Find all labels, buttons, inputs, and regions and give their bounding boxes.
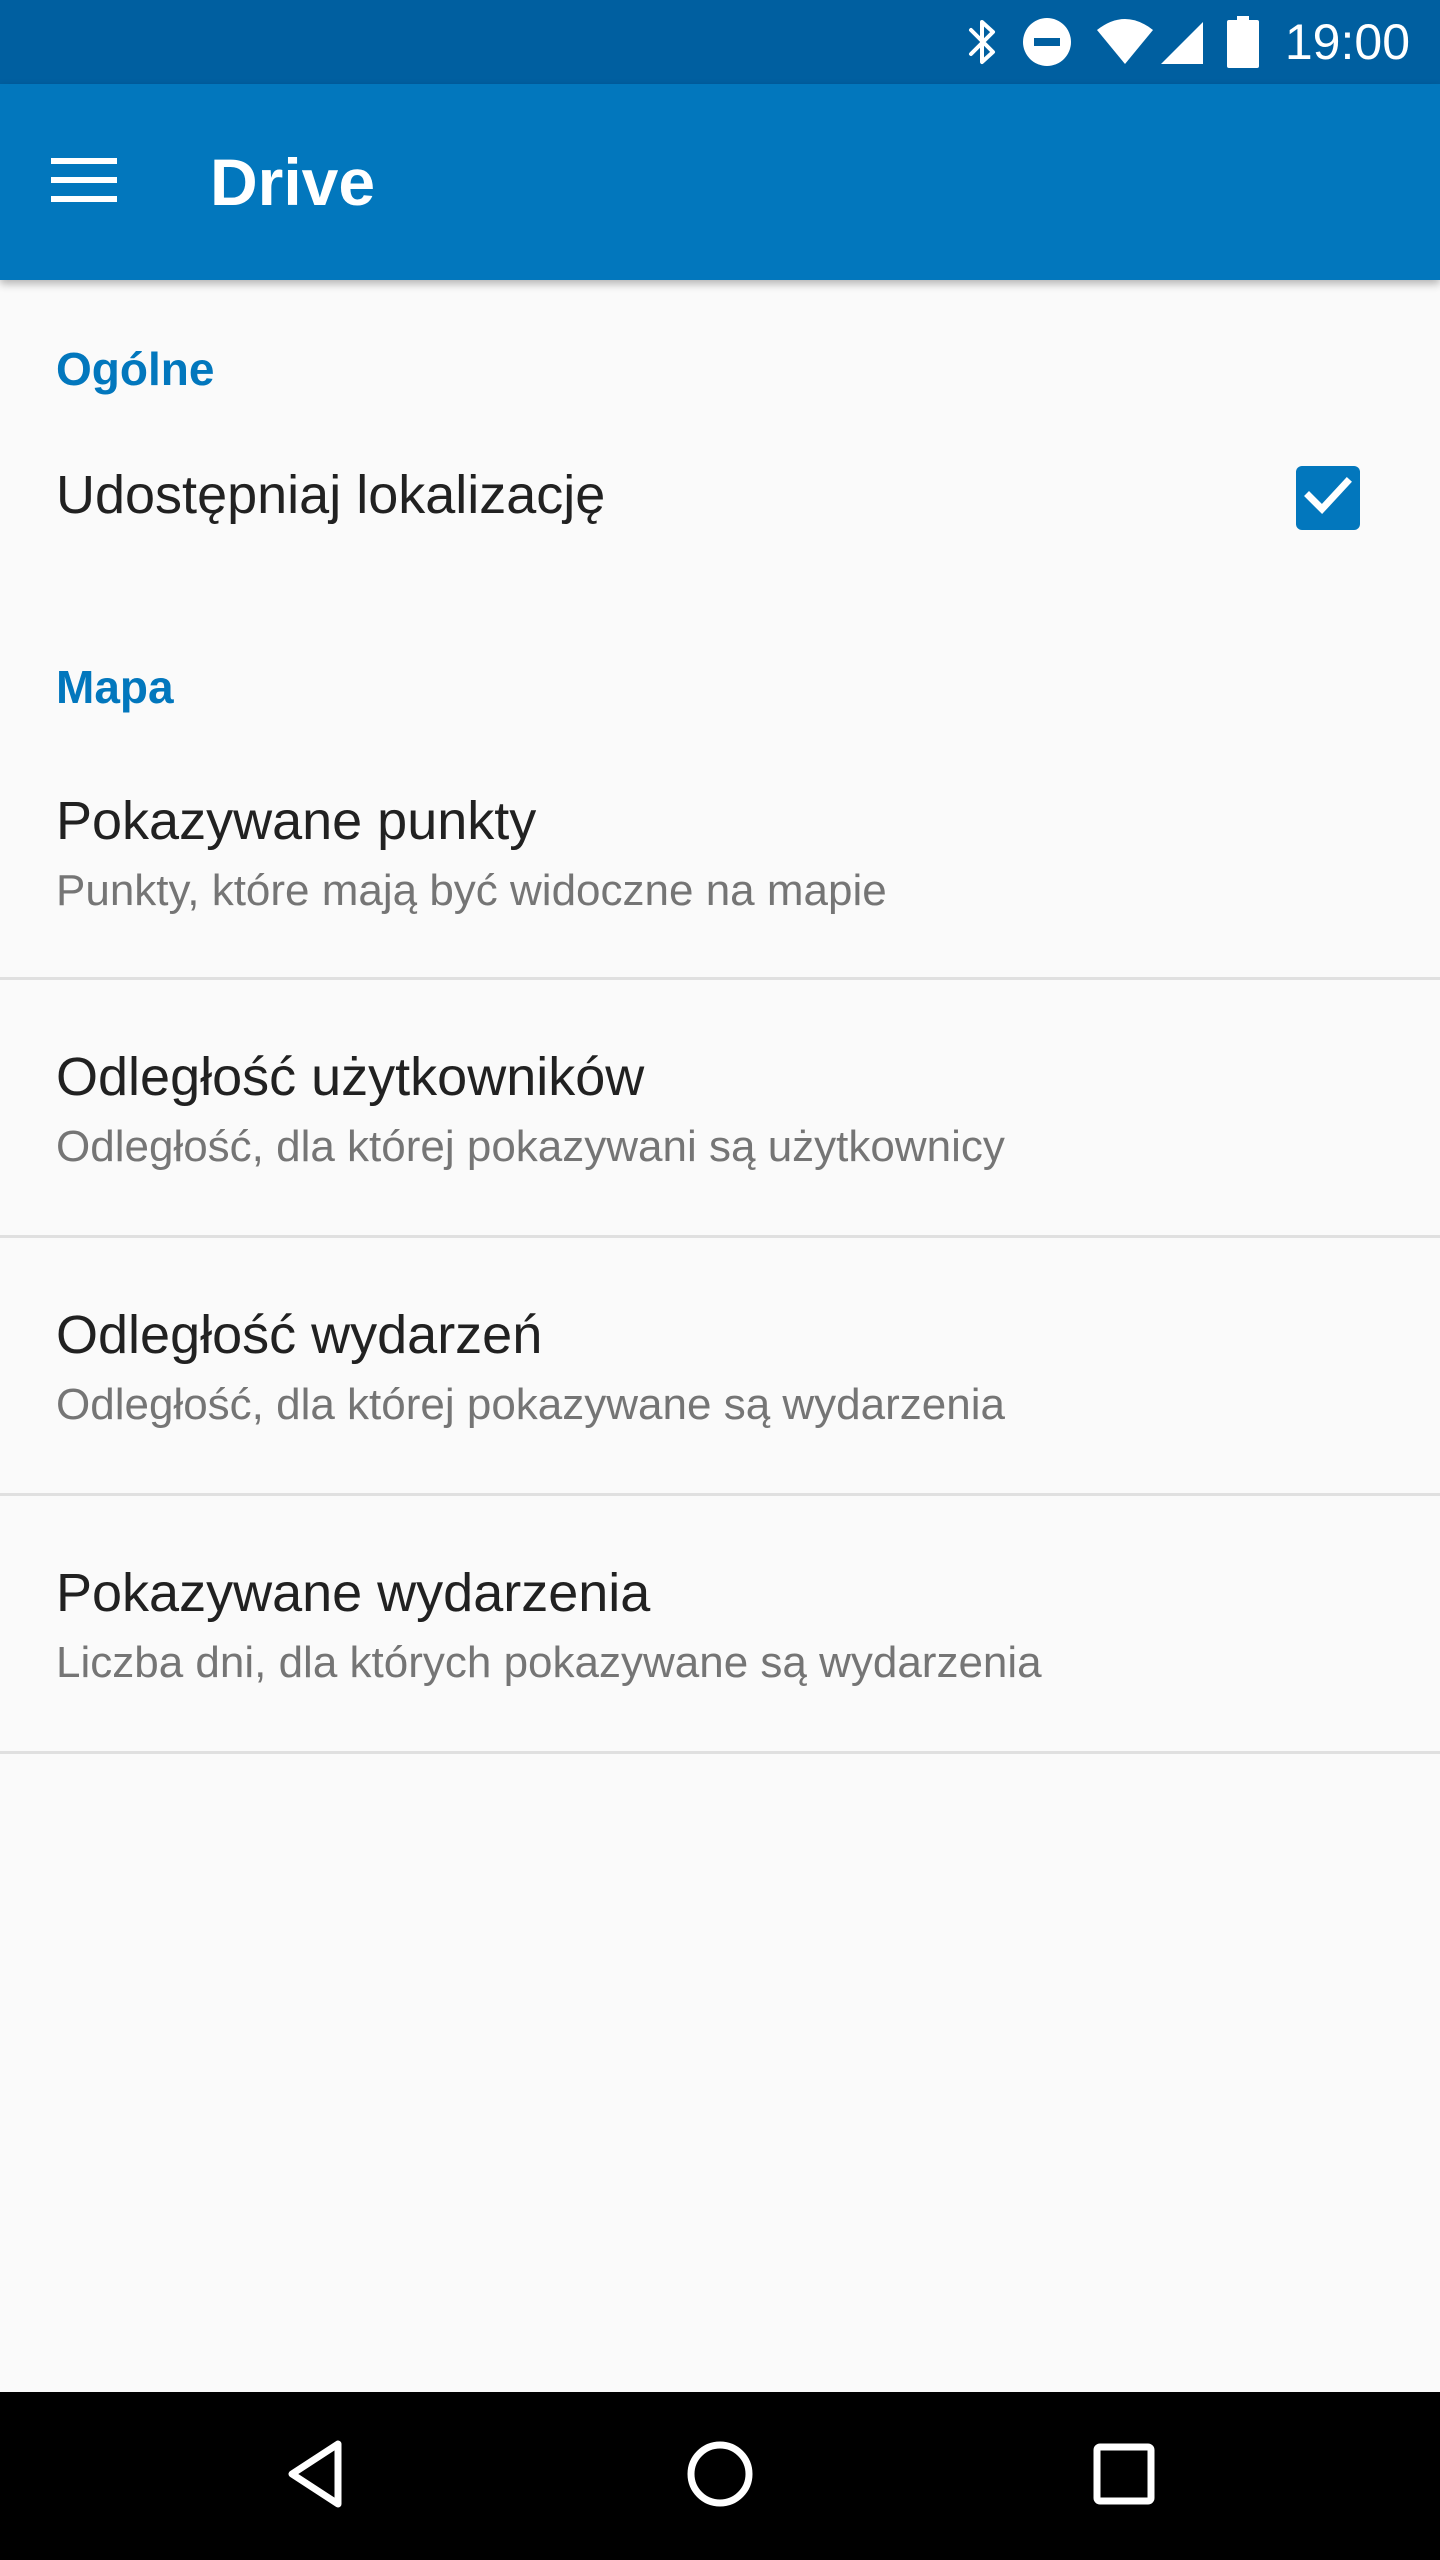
status-bar: 19:00 [0,0,1440,84]
divider [0,1751,1440,1754]
pref-item-summary: Odległość, dla której pokazywani są użyt… [56,1122,1005,1171]
section-header-general: Ogólne [56,343,215,395]
status-time: 19:00 [1284,14,1410,70]
status-icons: 19:00 [943,0,1410,84]
checkmark-icon [1304,476,1352,521]
pref-item-title: Odległość wydarzeń [56,1305,543,1365]
system-nav-bar [0,2392,1440,2560]
recents-button[interactable] [1074,2426,1174,2526]
app-bar: Drive [0,84,1440,280]
pref-item-shown-events[interactable]: Pokazywane wydarzenia Liczba dni, dla kt… [0,1496,1440,1752]
settings-list: Ogólne Udostępniaj lokalizację Mapa Poka… [0,280,1440,2392]
pref-item-title: Pokazywane wydarzenia [56,1563,651,1623]
pref-item-title: Pokazywane punkty [56,791,537,851]
do-not-disturb-icon [1021,16,1073,68]
share-location-row[interactable]: Udostępniaj lokalizację [0,420,1440,580]
section-header-map: Mapa [56,661,174,713]
pref-item-summary: Odległość, dla której pokazywane są wyda… [56,1380,1005,1429]
home-button[interactable] [670,2426,770,2526]
pref-item-summary: Liczba dni, dla których pokazywane są wy… [56,1638,1042,1687]
back-icon [286,2439,346,2514]
home-icon [685,2439,755,2514]
share-location-checkbox[interactable] [1296,466,1360,530]
wifi-icon [1095,18,1155,66]
pref-item-event-distance[interactable]: Odległość wydarzeń Odległość, dla której… [0,1238,1440,1494]
cell-signal-icon [1159,18,1205,66]
share-location-title: Udostępniaj lokalizację [56,465,606,525]
battery-icon [1226,16,1259,68]
hamburger-menu-icon [51,156,117,209]
pref-item-user-distance[interactable]: Odległość użytkowników Odległość, dla kt… [0,980,1440,1236]
page-title: Drive [210,145,376,219]
menu-button[interactable] [34,132,134,232]
back-button[interactable] [266,2426,366,2526]
recents-icon [1093,2443,1155,2510]
pref-item-title: Odległość użytkowników [56,1047,645,1107]
bluetooth-icon [965,16,999,68]
pref-item-summary: Punkty, które mają być widoczne na mapie [56,866,887,915]
pref-item-shown-points[interactable]: Pokazywane punkty Punkty, które mają być… [0,740,1440,976]
